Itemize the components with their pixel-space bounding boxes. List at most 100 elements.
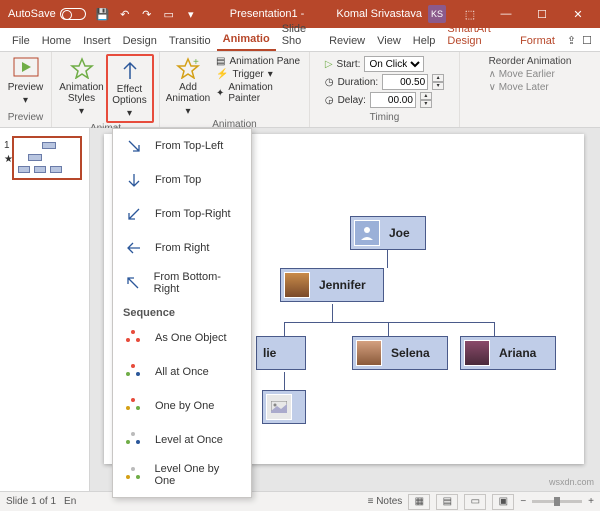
arrow-bottom-left-icon <box>123 203 145 225</box>
quick-access-toolbar: 💾 ↶ ↷ ▭ ▾ <box>96 7 198 21</box>
dots-level-icon <box>123 429 145 451</box>
arrow-top-left-icon <box>123 272 144 294</box>
reorder-label: Reorder Animation <box>489 56 572 67</box>
arrow-left-icon <box>123 237 145 259</box>
start-select[interactable]: On Click <box>364 56 424 72</box>
arrow-down-icon <box>123 169 145 191</box>
group-preview-label: Preview <box>8 112 44 125</box>
seq-as-one-object[interactable]: As One Object <box>113 321 251 355</box>
org-node-jennifer[interactable]: Jennifer <box>280 268 384 302</box>
delay-input[interactable] <box>370 92 416 108</box>
seq-one-by-one[interactable]: One by One <box>113 389 251 423</box>
painter-icon: ✦ <box>216 88 224 99</box>
org-node-lie[interactable]: lie <box>256 336 306 370</box>
sorter-view-icon[interactable]: ▤ <box>436 494 458 510</box>
slide-thumbnails: ★ <box>0 128 90 491</box>
slideshow-view-icon[interactable]: ▣ <box>492 494 514 510</box>
add-animation-button[interactable]: + Add Animation▾ <box>164 54 212 119</box>
tab-design[interactable]: Design <box>117 31 163 51</box>
notes-button[interactable]: ≡ Notes <box>368 496 403 507</box>
tab-transitions[interactable]: Transitio <box>163 31 217 51</box>
tab-home[interactable]: Home <box>36 31 77 51</box>
status-bar: Slide 1 of 1 En ≡ Notes ▦ ▤ ▭ ▣ − + <box>0 491 600 511</box>
image-placeholder-icon <box>266 394 292 420</box>
zoom-in-icon[interactable]: + <box>588 496 594 507</box>
redo-icon[interactable]: ↷ <box>140 7 154 21</box>
undo-icon[interactable]: ↶ <box>118 7 132 21</box>
org-node-blank[interactable] <box>262 390 306 424</box>
zoom-out-icon[interactable]: − <box>520 496 526 507</box>
duration-label: Duration: <box>338 77 379 88</box>
effect-options-dropdown: From Top-Left From Top From Top-Right Fr… <box>112 128 252 498</box>
node-label: Joe <box>383 226 416 240</box>
seq-level-at-once[interactable]: Level at Once <box>113 423 251 457</box>
delay-spinner[interactable]: ▴▾ <box>420 92 432 108</box>
share-icon[interactable]: ⇪ <box>567 34 576 47</box>
node-label: Ariana <box>493 346 542 360</box>
direction-top-right[interactable]: From Top-Right <box>113 197 251 231</box>
comments-icon[interactable]: ☐ <box>582 34 592 47</box>
trigger-button[interactable]: ⚡Trigger ▾ <box>216 69 301 80</box>
move-later-button: ∨ Move Later <box>489 82 572 93</box>
tab-slideshow[interactable]: Slide Sho <box>276 19 323 51</box>
user-name[interactable]: Komal Srivastava <box>336 8 422 20</box>
preview-icon <box>12 56 40 80</box>
save-icon[interactable]: 💾 <box>96 7 110 21</box>
ribbon-tabs: File Home Insert Design Transitio Animat… <box>0 28 600 52</box>
avatar-photo <box>464 340 490 366</box>
trigger-icon: ⚡ <box>216 69 228 80</box>
org-node-ariana[interactable]: Ariana <box>460 336 556 370</box>
tab-format[interactable]: Format <box>514 31 561 51</box>
close-icon[interactable]: ✕ <box>560 0 596 28</box>
tab-help[interactable]: Help <box>407 31 442 51</box>
tab-review[interactable]: Review <box>323 31 371 51</box>
duration-icon: ◷ <box>325 77 334 88</box>
slide-counter[interactable]: Slide 1 of 1 <box>6 496 56 507</box>
start-slideshow-icon[interactable]: ▭ <box>162 7 176 21</box>
tab-file[interactable]: File <box>6 31 36 51</box>
tab-animations[interactable]: Animatio <box>217 29 276 51</box>
arrow-up-icon <box>116 58 144 82</box>
animation-styles-button[interactable]: Animation Styles▾ <box>58 54 106 123</box>
move-earlier-button: ∧ Move Earlier <box>489 69 572 80</box>
normal-view-icon[interactable]: ▦ <box>408 494 430 510</box>
tab-insert[interactable]: Insert <box>77 31 117 51</box>
star-icon <box>68 56 96 80</box>
tab-smartart-design[interactable]: SmartArt Design <box>441 19 514 51</box>
maximize-icon[interactable]: ☐ <box>524 0 560 28</box>
tab-view[interactable]: View <box>371 31 407 51</box>
toggle-off-icon[interactable] <box>60 8 86 20</box>
seq-level-one-by-one[interactable]: Level One by One <box>113 457 251 493</box>
delay-label: Delay: <box>338 95 366 106</box>
node-label: Selena <box>385 346 436 360</box>
play-icon: ▷ <box>325 59 333 70</box>
org-node-selena[interactable]: Selena <box>352 336 448 370</box>
animation-painter-button[interactable]: ✦Animation Painter <box>216 82 301 104</box>
avatar-photo <box>356 340 382 366</box>
animation-pane-button[interactable]: ▤Animation Pane <box>216 56 301 67</box>
node-label: Jennifer <box>313 278 372 292</box>
language-indicator[interactable]: En <box>64 496 76 507</box>
seq-all-at-once[interactable]: All at Once <box>113 355 251 389</box>
preview-button[interactable]: Preview▾ <box>2 54 50 108</box>
group-timing-label: Timing <box>370 112 400 125</box>
dots-all-icon <box>123 361 145 383</box>
delay-icon: ◶ <box>325 95 334 106</box>
qat-dropdown-icon[interactable]: ▾ <box>184 7 198 21</box>
direction-top[interactable]: From Top <box>113 163 251 197</box>
effect-options-button[interactable]: Effect Options▾ <box>106 54 154 123</box>
duration-input[interactable] <box>382 74 428 90</box>
direction-right[interactable]: From Right <box>113 231 251 265</box>
workspace: ★ Joe Jennifer lie <box>0 128 600 491</box>
avatar-photo <box>284 272 310 298</box>
reading-view-icon[interactable]: ▭ <box>464 494 486 510</box>
zoom-slider[interactable] <box>532 500 582 503</box>
org-node-joe[interactable]: Joe <box>350 216 426 250</box>
duration-spinner[interactable]: ▴▾ <box>432 74 444 90</box>
direction-bottom-right[interactable]: From Bottom-Right <box>113 265 251 301</box>
svg-text:+: + <box>193 57 199 68</box>
slide-thumbnail-1[interactable]: ★ <box>12 136 82 180</box>
direction-top-left[interactable]: From Top-Left <box>113 129 251 163</box>
autosave-toggle[interactable]: AutoSave <box>8 8 86 20</box>
arrow-bottom-right-icon <box>123 135 145 157</box>
